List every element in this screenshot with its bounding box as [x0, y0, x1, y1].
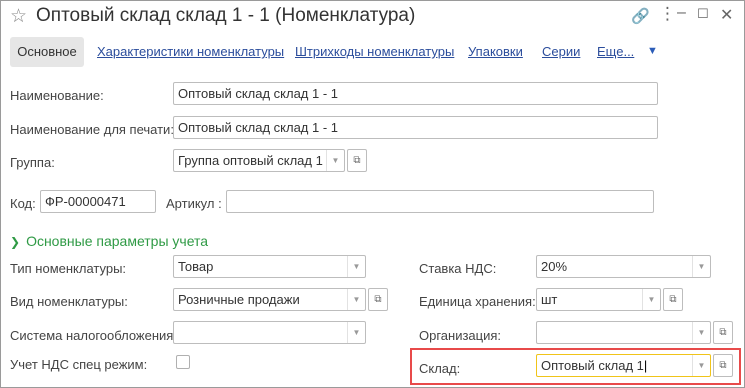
tab-series[interactable]: Серии [542, 44, 580, 59]
org-select[interactable]: ▼ [536, 321, 711, 344]
dropdown-icon[interactable]: ▼ [347, 322, 365, 343]
dropdown-icon[interactable]: ▼ [347, 256, 365, 277]
minimize-icon[interactable]: – [677, 4, 686, 22]
vat-special-checkbox[interactable] [176, 355, 190, 369]
tax-label: Система налогообложения: [10, 328, 177, 343]
warehouse-label: Склад: [419, 361, 461, 376]
kind-value: Розничные продажи [178, 292, 300, 307]
tab-main[interactable]: Основное [10, 37, 84, 67]
code-label: Код: [10, 196, 36, 211]
open-icon[interactable]: ⧉ [663, 288, 683, 311]
type-label: Тип номенклатуры: [10, 261, 127, 276]
dropdown-icon[interactable]: ▼ [642, 289, 660, 310]
star-icon[interactable]: ☆ [10, 5, 27, 28]
kind-select[interactable]: Розничные продажи ▼ [173, 288, 366, 311]
group-value: Группа оптовый склад 1 [178, 153, 323, 168]
dropdown-icon[interactable]: ▼ [326, 150, 344, 171]
tab-packages[interactable]: Упаковки [468, 44, 523, 59]
unit-select[interactable]: шт ▼ [536, 288, 661, 311]
open-icon[interactable]: ⧉ [347, 149, 367, 172]
window-title: Оптовый склад склад 1 - 1 (Номенклатура) [36, 5, 416, 26]
unit-label: Единица хранения: [419, 294, 536, 309]
open-icon[interactable]: ⧉ [713, 321, 733, 344]
maximize-icon[interactable]: ☐ [697, 6, 709, 22]
group-select[interactable]: Группа оптовый склад 1 ▼ [173, 149, 345, 172]
article-label: Артикул : [166, 196, 222, 211]
article-input[interactable] [226, 190, 654, 213]
link-icon[interactable]: 🔗 [631, 7, 650, 25]
type-select[interactable]: Товар ▼ [173, 255, 366, 278]
name-input[interactable]: Оптовый склад склад 1 - 1 [173, 82, 658, 105]
print-name-input[interactable]: Оптовый склад склад 1 - 1 [173, 116, 658, 139]
vat-special-label: Учет НДС спец режим: [10, 357, 148, 372]
group-label: Группа: [10, 155, 55, 170]
dropdown-icon[interactable]: ▼ [692, 355, 710, 376]
section-main-params[interactable]: ❯ Основные параметры учета [10, 233, 208, 249]
open-icon[interactable]: ⧉ [713, 354, 733, 377]
more-icon[interactable]: ⋮ [659, 4, 676, 24]
section-title: Основные параметры учета [26, 233, 209, 249]
tab-more[interactable]: Еще... [597, 44, 634, 59]
tax-select[interactable]: ▼ [173, 321, 366, 344]
chevron-down-icon[interactable]: ▼ [647, 45, 658, 57]
warehouse-value: Оптовый склад 1 [541, 358, 644, 373]
vat-rate-label: Ставка НДС: [419, 261, 497, 276]
dropdown-icon[interactable]: ▼ [692, 322, 710, 343]
dropdown-icon[interactable]: ▼ [692, 256, 710, 277]
tab-barcodes[interactable]: Штрихкоды номенклатуры [295, 44, 454, 59]
type-value: Товар [178, 259, 214, 274]
unit-value: шт [541, 292, 558, 307]
vat-rate-select[interactable]: 20% ▼ [536, 255, 711, 278]
name-label: Наименование: [10, 88, 104, 103]
kind-label: Вид номенклатуры: [10, 294, 128, 309]
tab-characteristics[interactable]: Характеристики номенклатуры [97, 44, 284, 59]
vat-rate-value: 20% [541, 259, 568, 274]
open-icon[interactable]: ⧉ [368, 288, 388, 311]
warehouse-select[interactable]: Оптовый склад 1| ▼ [536, 354, 711, 377]
code-input[interactable]: ФР-00000471 [40, 190, 156, 213]
dropdown-icon[interactable]: ▼ [347, 289, 365, 310]
chevron-down-icon: ❯ [10, 235, 21, 249]
org-label: Организация: [419, 328, 502, 343]
print-name-label: Наименование для печати: [10, 122, 174, 137]
close-icon[interactable]: ✕ [720, 5, 733, 25]
